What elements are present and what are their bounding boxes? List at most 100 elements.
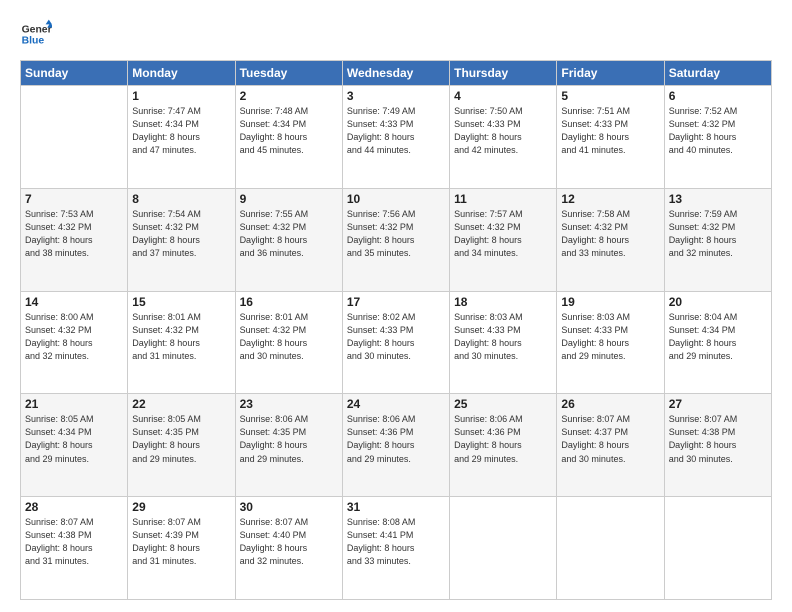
- calendar-cell: 20 Sunrise: 8:04 AM Sunset: 4:34 PM Dayli…: [664, 291, 771, 394]
- calendar-cell: 19Sunrise: 8:03 AM Sunset: 4:33 PM Dayli…: [557, 291, 664, 394]
- day-number: 17: [347, 295, 445, 309]
- calendar-cell: [557, 497, 664, 600]
- day-number: 11: [454, 192, 552, 206]
- day-info: Sunrise: 7:55 AM Sunset: 4:32 PM Dayligh…: [240, 208, 338, 260]
- calendar-week-3: 14 Sunrise: 8:00 AM Sunset: 4:32 PM Dayli…: [21, 291, 772, 394]
- day-number: 21: [25, 397, 123, 411]
- calendar-week-2: 7 Sunrise: 7:53 AM Sunset: 4:32 PM Daylig…: [21, 188, 772, 291]
- day-info: Sunrise: 7:50 AM Sunset: 4:33 PM Dayligh…: [454, 105, 552, 157]
- col-header-saturday: Saturday: [664, 61, 771, 86]
- day-info: Sunrise: 8:04 AM Sunset: 4:34 PM Dayligh…: [669, 311, 767, 363]
- calendar-cell: 7 Sunrise: 7:53 AM Sunset: 4:32 PM Daylig…: [21, 188, 128, 291]
- calendar-cell: 11Sunrise: 7:57 AM Sunset: 4:32 PM Dayli…: [450, 188, 557, 291]
- day-info: Sunrise: 8:07 AM Sunset: 4:38 PM Dayligh…: [25, 516, 123, 568]
- col-header-thursday: Thursday: [450, 61, 557, 86]
- calendar-cell: 6Sunrise: 7:52 AM Sunset: 4:32 PM Daylig…: [664, 86, 771, 189]
- day-info: Sunrise: 8:01 AM Sunset: 4:32 PM Dayligh…: [132, 311, 230, 363]
- calendar-cell: 8 Sunrise: 7:54 AM Sunset: 4:32 PM Daylig…: [128, 188, 235, 291]
- day-info: Sunrise: 8:07 AM Sunset: 4:39 PM Dayligh…: [132, 516, 230, 568]
- calendar-cell: 23 Sunrise: 8:06 AM Sunset: 4:35 PM Dayli…: [235, 394, 342, 497]
- day-info: Sunrise: 8:02 AM Sunset: 4:33 PM Dayligh…: [347, 311, 445, 363]
- day-info: Sunrise: 7:48 AM Sunset: 4:34 PM Dayligh…: [240, 105, 338, 157]
- svg-text:General: General: [22, 24, 52, 35]
- calendar-cell: 10Sunrise: 7:56 AM Sunset: 4:32 PM Dayli…: [342, 188, 449, 291]
- day-number: 4: [454, 89, 552, 103]
- day-info: Sunrise: 7:52 AM Sunset: 4:32 PM Dayligh…: [669, 105, 767, 157]
- day-number: 1: [132, 89, 230, 103]
- day-info: Sunrise: 8:03 AM Sunset: 4:33 PM Dayligh…: [561, 311, 659, 363]
- day-info: Sunrise: 8:00 AM Sunset: 4:32 PM Dayligh…: [25, 311, 123, 363]
- calendar-cell: 22Sunrise: 8:05 AM Sunset: 4:35 PM Dayli…: [128, 394, 235, 497]
- day-info: Sunrise: 8:06 AM Sunset: 4:36 PM Dayligh…: [454, 413, 552, 465]
- calendar-cell: 3 Sunrise: 7:49 AM Sunset: 4:33 PM Daylig…: [342, 86, 449, 189]
- calendar-cell: [21, 86, 128, 189]
- calendar-cell: 17 Sunrise: 8:02 AM Sunset: 4:33 PM Dayli…: [342, 291, 449, 394]
- header: General Blue: [20, 18, 772, 50]
- page: General Blue SundayMondayTuesdayWednesda…: [0, 0, 792, 612]
- day-number: 25: [454, 397, 552, 411]
- day-number: 9: [240, 192, 338, 206]
- day-info: Sunrise: 7:51 AM Sunset: 4:33 PM Dayligh…: [561, 105, 659, 157]
- day-info: Sunrise: 8:03 AM Sunset: 4:33 PM Dayligh…: [454, 311, 552, 363]
- day-number: 29: [132, 500, 230, 514]
- day-number: 18: [454, 295, 552, 309]
- calendar-cell: 31Sunrise: 8:08 AM Sunset: 4:41 PM Dayli…: [342, 497, 449, 600]
- calendar-cell: [450, 497, 557, 600]
- day-info: Sunrise: 7:47 AM Sunset: 4:34 PM Dayligh…: [132, 105, 230, 157]
- calendar-table: SundayMondayTuesdayWednesdayThursdayFrid…: [20, 60, 772, 600]
- calendar-header-row: SundayMondayTuesdayWednesdayThursdayFrid…: [21, 61, 772, 86]
- calendar-cell: 28 Sunrise: 8:07 AM Sunset: 4:38 PM Dayli…: [21, 497, 128, 600]
- day-number: 22: [132, 397, 230, 411]
- day-number: 7: [25, 192, 123, 206]
- calendar-cell: 14 Sunrise: 8:00 AM Sunset: 4:32 PM Dayli…: [21, 291, 128, 394]
- col-header-sunday: Sunday: [21, 61, 128, 86]
- day-info: Sunrise: 8:08 AM Sunset: 4:41 PM Dayligh…: [347, 516, 445, 568]
- col-header-tuesday: Tuesday: [235, 61, 342, 86]
- col-header-friday: Friday: [557, 61, 664, 86]
- calendar-cell: 24 Sunrise: 8:06 AM Sunset: 4:36 PM Dayli…: [342, 394, 449, 497]
- day-number: 5: [561, 89, 659, 103]
- day-number: 20: [669, 295, 767, 309]
- calendar-cell: 15 Sunrise: 8:01 AM Sunset: 4:32 PM Dayli…: [128, 291, 235, 394]
- calendar-cell: 5 Sunrise: 7:51 AM Sunset: 4:33 PM Daylig…: [557, 86, 664, 189]
- day-info: Sunrise: 7:49 AM Sunset: 4:33 PM Dayligh…: [347, 105, 445, 157]
- day-info: Sunrise: 7:53 AM Sunset: 4:32 PM Dayligh…: [25, 208, 123, 260]
- day-number: 16: [240, 295, 338, 309]
- calendar-cell: 16 Sunrise: 8:01 AM Sunset: 4:32 PM Dayli…: [235, 291, 342, 394]
- day-info: Sunrise: 7:54 AM Sunset: 4:32 PM Dayligh…: [132, 208, 230, 260]
- day-number: 23: [240, 397, 338, 411]
- calendar-cell: 26Sunrise: 8:07 AM Sunset: 4:37 PM Dayli…: [557, 394, 664, 497]
- day-number: 27: [669, 397, 767, 411]
- calendar-week-1: 1 Sunrise: 7:47 AM Sunset: 4:34 PM Daylig…: [21, 86, 772, 189]
- day-number: 30: [240, 500, 338, 514]
- day-info: Sunrise: 8:06 AM Sunset: 4:35 PM Dayligh…: [240, 413, 338, 465]
- calendar-cell: 25 Sunrise: 8:06 AM Sunset: 4:36 PM Dayli…: [450, 394, 557, 497]
- day-info: Sunrise: 8:07 AM Sunset: 4:40 PM Dayligh…: [240, 516, 338, 568]
- day-info: Sunrise: 8:06 AM Sunset: 4:36 PM Dayligh…: [347, 413, 445, 465]
- day-info: Sunrise: 7:58 AM Sunset: 4:32 PM Dayligh…: [561, 208, 659, 260]
- day-number: 26: [561, 397, 659, 411]
- logo: General Blue: [20, 18, 54, 50]
- day-number: 2: [240, 89, 338, 103]
- calendar-cell: 21 Sunrise: 8:05 AM Sunset: 4:34 PM Dayli…: [21, 394, 128, 497]
- day-number: 8: [132, 192, 230, 206]
- day-info: Sunrise: 8:05 AM Sunset: 4:34 PM Dayligh…: [25, 413, 123, 465]
- calendar-cell: 12 Sunrise: 7:58 AM Sunset: 4:32 PM Dayli…: [557, 188, 664, 291]
- calendar-cell: 29 Sunrise: 8:07 AM Sunset: 4:39 PM Dayli…: [128, 497, 235, 600]
- day-info: Sunrise: 7:56 AM Sunset: 4:32 PM Dayligh…: [347, 208, 445, 260]
- calendar-cell: 9 Sunrise: 7:55 AM Sunset: 4:32 PM Daylig…: [235, 188, 342, 291]
- day-number: 24: [347, 397, 445, 411]
- day-number: 28: [25, 500, 123, 514]
- day-number: 12: [561, 192, 659, 206]
- calendar-cell: 27Sunrise: 8:07 AM Sunset: 4:38 PM Dayli…: [664, 394, 771, 497]
- calendar-cell: 1 Sunrise: 7:47 AM Sunset: 4:34 PM Daylig…: [128, 86, 235, 189]
- day-info: Sunrise: 7:59 AM Sunset: 4:32 PM Dayligh…: [669, 208, 767, 260]
- calendar-cell: 2 Sunrise: 7:48 AM Sunset: 4:34 PM Daylig…: [235, 86, 342, 189]
- day-number: 14: [25, 295, 123, 309]
- svg-text:Blue: Blue: [22, 36, 45, 47]
- day-number: 15: [132, 295, 230, 309]
- day-number: 3: [347, 89, 445, 103]
- calendar-week-5: 28 Sunrise: 8:07 AM Sunset: 4:38 PM Dayli…: [21, 497, 772, 600]
- calendar-cell: 18 Sunrise: 8:03 AM Sunset: 4:33 PM Dayli…: [450, 291, 557, 394]
- day-info: Sunrise: 8:01 AM Sunset: 4:32 PM Dayligh…: [240, 311, 338, 363]
